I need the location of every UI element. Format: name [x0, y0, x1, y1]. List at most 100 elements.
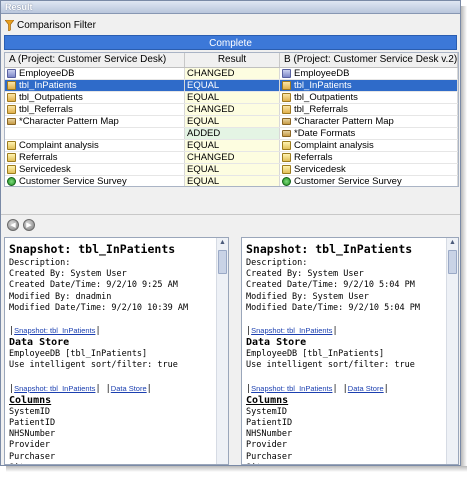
cell-result: EQUAL — [185, 80, 280, 91]
analysis-icon — [282, 141, 291, 150]
table-row[interactable]: tbl_Outpatients EQUAL tbl_Outpatients — [5, 92, 458, 104]
left-scroll-thumb[interactable] — [218, 250, 227, 274]
right-scroll-thumb[interactable] — [448, 250, 457, 274]
left-modified-by: Modified By: dnadmin — [9, 291, 112, 302]
comparison-filter-button[interactable]: Comparison Filter — [5, 18, 96, 33]
cell-result-text: CHANGED — [187, 104, 235, 115]
column-name: Site — [9, 463, 214, 464]
analysis-icon — [7, 141, 16, 150]
right-breadcrumb: |Snapshot: tbl_InPatients| — [246, 326, 338, 337]
column-name: PatientID — [9, 418, 56, 429]
cell-a: Servicedesk — [5, 164, 185, 175]
right-modified-date: Modified Date/Time: 9/2/10 5:04 PM — [246, 302, 420, 313]
column-name: SystemID — [9, 406, 50, 417]
right-modified-by: Modified By: System User — [246, 291, 369, 302]
comparison-filter-label: Comparison Filter — [17, 20, 96, 31]
right-created-by: Created By: System User — [246, 269, 364, 280]
comparison-grid: A (Project: Customer Service Desk) Resul… — [4, 52, 459, 187]
cell-a: tbl_Outpatients — [5, 92, 185, 103]
left-scrollbar[interactable]: ▲ — [216, 238, 228, 464]
back-arrow-icon[interactable]: ◀ — [7, 219, 19, 231]
cell-a-text: *Character Pattern Map — [19, 116, 119, 127]
right-scrollbar[interactable]: ▲ — [446, 238, 458, 464]
survey-icon — [282, 177, 291, 186]
analysis-icon — [7, 165, 16, 174]
left-breadcrumb: |Snapshot: tbl_InPatients| — [9, 326, 101, 337]
cell-b-text: tbl_InPatients — [294, 80, 352, 91]
cell-result-text: ADDED — [187, 128, 221, 139]
cell-result-text: EQUAL — [187, 92, 220, 103]
left-created-date: Created Date/Time: 9/2/10 9:25 AM — [9, 280, 178, 291]
cell-a: tbl_InPatients — [5, 80, 185, 91]
column-name: Provider — [246, 440, 287, 451]
table-row[interactable]: EmployeeDB CHANGED EmployeeDB — [5, 68, 458, 80]
cell-a: *Character Pattern Map — [5, 116, 185, 127]
column-name: Provider — [9, 440, 50, 451]
cell-result-text: EQUAL — [187, 140, 220, 151]
table-row[interactable]: Servicedesk EQUAL Servicedesk — [5, 164, 458, 176]
right-data-store-heading: Data Store — [246, 337, 307, 349]
scroll-up-icon[interactable]: ▲ — [217, 238, 228, 248]
navigation-bar: ◀ ▶ — [4, 215, 460, 235]
scroll-up-icon[interactable]: ▲ — [447, 238, 458, 248]
cell-b-text: Customer Service Survey — [294, 176, 402, 187]
grid-header: A (Project: Customer Service Desk) Resul… — [5, 53, 458, 68]
cell-result: EQUAL — [185, 116, 280, 127]
column-header-b[interactable]: B (Project: Customer Service Desk v.2) — [280, 53, 458, 67]
cell-result-text: CHANGED — [187, 68, 235, 79]
cell-b: Servicedesk — [280, 164, 458, 175]
cell-result: CHANGED — [185, 152, 280, 163]
table-row[interactable]: tbl_Referrals CHANGED tbl_Referrals — [5, 104, 458, 116]
cell-a: Referrals — [5, 152, 185, 163]
right-snapshot-title: Snapshot: tbl_InPatients — [246, 242, 413, 256]
table-icon — [7, 81, 16, 90]
left-data-store-heading: Data Store — [9, 337, 70, 349]
left-snapshot-pane: Snapshot: tbl_InPatients Description: Cr… — [4, 237, 229, 465]
left-modified-date: Modified Date/Time: 9/2/10 10:39 AM — [9, 302, 189, 313]
table-row[interactable]: Referrals CHANGED Referrals — [5, 152, 458, 164]
left-snapshot-link[interactable]: Snapshot: tbl_InPatients — [14, 326, 95, 335]
cell-b-text: tbl_Outpatients — [294, 92, 358, 103]
right-created-date: Created Date/Time: 9/2/10 5:04 PM — [246, 280, 415, 291]
filter-funnel-icon — [5, 20, 14, 31]
grid-rows: EmployeeDB CHANGED EmployeeDB tbl_InPatient… — [5, 68, 458, 187]
cell-b: Complaint analysis — [280, 140, 458, 151]
table-row[interactable]: ADDED *Date Formats — [5, 128, 458, 140]
left-snapshot-link-2[interactable]: Snapshot: tbl_InPatients — [14, 384, 95, 393]
cell-b-text: Complaint analysis — [294, 140, 374, 151]
cell-b-text: EmployeeDB — [294, 68, 350, 79]
table-icon — [282, 93, 291, 102]
cell-b-text: Referrals — [294, 152, 333, 163]
map-icon — [7, 118, 16, 125]
cell-a-text: Customer Service Survey — [19, 176, 127, 187]
table-row[interactable]: *Character Pattern Map EQUAL *Character Pa… — [5, 116, 458, 128]
forward-arrow-icon[interactable]: ▶ — [23, 219, 35, 231]
cell-b: Customer Service Survey — [280, 176, 458, 187]
progress-label: Complete — [209, 38, 252, 49]
cell-b: Referrals — [280, 152, 458, 163]
left-pane-content: Snapshot: tbl_InPatients Description: Cr… — [9, 242, 214, 464]
table-row[interactable]: Complaint analysis EQUAL Complaint analysi… — [5, 140, 458, 152]
table-row[interactable]: tbl_InPatients EQUAL tbl_InPatients — [5, 80, 458, 92]
cell-a — [5, 128, 185, 139]
right-breadcrumb-2: |Snapshot: tbl_InPatients| |Data Store| — [246, 383, 389, 394]
left-columns-list: SystemID PatientID NHSNumber Provider Purcha… — [9, 406, 214, 464]
column-header-a[interactable]: A (Project: Customer Service Desk) — [5, 53, 185, 67]
left-created-by: Created By: System User — [9, 269, 127, 280]
map-icon — [282, 118, 291, 125]
right-snapshot-link[interactable]: Snapshot: tbl_InPatients — [251, 326, 332, 335]
table-row[interactable]: Customer Service Survey EQUAL Customer Ser… — [5, 176, 458, 187]
cell-a: Complaint analysis — [5, 140, 185, 151]
left-data-store-link[interactable]: Data Store — [111, 384, 147, 393]
window-title: Result — [1, 1, 460, 14]
right-data-store-link[interactable]: Data Store — [348, 384, 384, 393]
column-header-result[interactable]: Result — [185, 53, 280, 67]
right-data-store-value: EmployeeDB [tbl_InPatients] — [246, 349, 385, 360]
cell-result-text: CHANGED — [187, 152, 235, 163]
right-snapshot-link-2[interactable]: Snapshot: tbl_InPatients — [251, 384, 332, 393]
cell-a-text: Referrals — [19, 152, 58, 163]
cell-b: *Character Pattern Map — [280, 116, 458, 127]
right-columns-heading: Columns — [246, 394, 289, 406]
cell-a-text: EmployeeDB — [19, 68, 75, 79]
cell-result-text: EQUAL — [187, 80, 220, 91]
